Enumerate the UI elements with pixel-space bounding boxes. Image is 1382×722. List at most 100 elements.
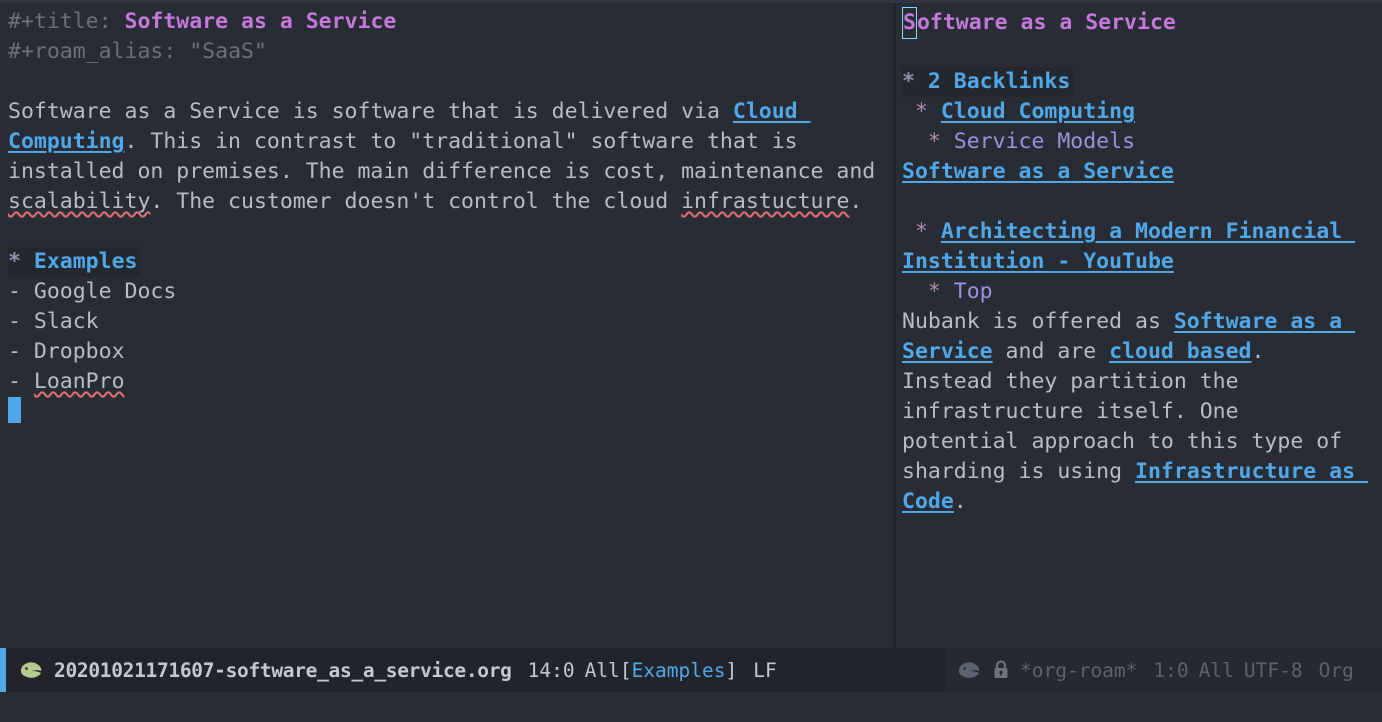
list-bullet-icon: -	[8, 279, 21, 304]
link-saas-part2[interactable]: Service	[902, 339, 993, 364]
org-heading-examples[interactable]: * Examples	[8, 247, 893, 277]
blank-line-r1	[902, 37, 1382, 67]
entry-star-icon: *	[928, 129, 941, 154]
backlink-entry[interactable]: * Cloud Computing	[902, 97, 1382, 127]
link-iac-part1[interactable]: Infrastructure as	[1135, 459, 1368, 484]
space-5	[21, 309, 34, 334]
emacs-org-icon	[18, 659, 44, 681]
preview-text-2: and are	[993, 339, 1110, 364]
backlinks-count-label: 2 Backlinks	[928, 69, 1070, 94]
modeline-major-mode: Org	[1319, 659, 1354, 682]
list-item-label: Dropbox	[34, 339, 125, 364]
modeline-encoding: UTF-8	[1244, 659, 1303, 682]
backlink-source-line[interactable]: Software as a Service	[902, 157, 1382, 187]
indent-r3	[902, 219, 915, 244]
modeline-scroll: All	[1199, 659, 1234, 682]
link-cloud-computing-part2[interactable]: Computing	[8, 129, 125, 154]
space-7	[21, 369, 34, 394]
roam-buffer-title: oftware as a Service	[917, 10, 1176, 35]
heading-star-icon: *	[902, 69, 915, 94]
link-cloud-based[interactable]: cloud based	[1109, 339, 1251, 364]
body-line-1: Software as a Service is software that i…	[8, 97, 893, 127]
space-1	[112, 9, 125, 34]
org-keyword-alias: #+roam_alias: "SaaS"	[8, 37, 893, 67]
modeline-context-open: [	[620, 659, 632, 682]
list-bullet-icon: -	[8, 369, 21, 394]
text-cursor	[8, 397, 21, 423]
roam-backlinks-heading[interactable]: * 2 Backlinks	[902, 67, 1382, 97]
list-item: - Google Docs	[8, 277, 893, 307]
modeline-filename: 20201021171607-software_as_a_service.org	[54, 659, 512, 682]
list-item: - Dropbox	[8, 337, 893, 367]
link-cloud-computing-part1[interactable]: Cloud	[733, 99, 811, 124]
preview-line-7: Code.	[902, 487, 1382, 517]
preview-line-5: potential approach to this type of	[902, 427, 1382, 457]
preview-text-2-end: .	[1252, 339, 1265, 364]
modeline-right[interactable]: *org-roam* 1:0 All UTF-8 Org	[946, 648, 1382, 692]
backlink-entry-2-line2[interactable]: Institution - YouTube	[902, 247, 1382, 277]
heading-star-icon: *	[8, 249, 21, 274]
space-3	[21, 249, 34, 274]
entry-service-models-label: Service Models	[954, 129, 1135, 154]
window-split: #+title: Software as a Service #+roam_al…	[0, 3, 1382, 648]
body-text-2: . This in contrast to "traditional" soft…	[125, 129, 798, 154]
backlink-entry-2-sub[interactable]: * Top	[902, 277, 1382, 307]
preview-text-7: .	[954, 489, 967, 514]
roam-title-line: Software as a Service	[902, 7, 1382, 37]
blank-line-r2	[902, 187, 1382, 217]
link-iac-part2[interactable]: Code	[902, 489, 954, 514]
list-bullet-icon: -	[8, 339, 21, 364]
body-line-3: installed on premises. The main differen…	[8, 157, 893, 187]
body-text-4: . The customer doesn't control the cloud	[150, 189, 681, 214]
modeline-left[interactable]: 20201021171607-software_as_a_service.org…	[0, 648, 946, 692]
buffer-window-left[interactable]: #+title: Software as a Service #+roam_al…	[0, 3, 893, 648]
preview-line-2: Service and are cloud based.	[902, 337, 1382, 367]
link-architecting-part1[interactable]: Architecting a Modern Financial	[941, 219, 1355, 244]
echo-area[interactable]	[0, 692, 1382, 722]
modeline-position: 14:0	[528, 659, 575, 682]
body-text-3: installed on premises. The main differen…	[8, 159, 875, 184]
space-2	[176, 39, 189, 64]
keyword-title-key: #+title:	[8, 9, 112, 34]
body-text-1: Software as a Service is software that i…	[8, 99, 733, 124]
heading-examples-label: Examples	[34, 249, 138, 274]
modeline-context-heading: Examples	[632, 659, 726, 682]
lock-icon	[992, 659, 1010, 681]
indent-r1	[902, 99, 915, 124]
keyword-alias-key: #+roam_alias:	[8, 39, 176, 64]
emacs-org-icon	[956, 659, 982, 681]
org-keyword-title: #+title: Software as a Service	[8, 7, 893, 37]
preview-line-3: Instead they partition the	[902, 367, 1382, 397]
cursor-line	[8, 397, 893, 427]
heading-highlight-box: * Examples	[8, 247, 140, 277]
space-r4	[928, 219, 941, 244]
preview-line-6: sharding is using Infrastructure as	[902, 457, 1382, 487]
modeline-eol: LF	[753, 659, 776, 682]
misspelled-infrastucture: infrastucture	[681, 189, 849, 214]
indent-r4	[902, 279, 928, 304]
preview-text-5: potential approach to this type of	[902, 429, 1342, 454]
backlink-subentry[interactable]: * Service Models	[902, 127, 1382, 157]
preview-line-4: infrastructure itself. One	[902, 397, 1382, 427]
text-cursor-hollow: S	[902, 7, 917, 39]
link-architecting-part2[interactable]: Institution - YouTube	[902, 249, 1174, 274]
link-saas-part1[interactable]: Software as a	[1174, 309, 1355, 334]
list-item-label-loanpro: LoanPro	[34, 369, 125, 394]
backlink-entry-2-line1[interactable]: * Architecting a Modern Financial	[902, 217, 1382, 247]
body-line-4: scalability. The customer doesn't contro…	[8, 187, 893, 217]
blank-line-1	[8, 67, 893, 97]
modeline-scroll: All	[585, 659, 620, 682]
modeline-position: 1:0	[1153, 659, 1188, 682]
keyword-alias-value: "SaaS"	[189, 39, 267, 64]
entry-star-icon: *	[928, 279, 941, 304]
link-cloud-computing[interactable]: Cloud Computing	[941, 99, 1135, 124]
space-6	[21, 339, 34, 364]
link-software-as-a-service[interactable]: Software as a Service	[902, 159, 1174, 184]
space-r1	[915, 69, 928, 94]
preview-line-1: Nubank is offered as Software as a	[902, 307, 1382, 337]
backlinks-highlight-box: * 2 Backlinks	[902, 67, 1073, 97]
body-line-2: Computing. This in contrast to "traditio…	[8, 127, 893, 157]
modeline-context-close: ]	[725, 659, 737, 682]
modeline-row: 20201021171607-software_as_a_service.org…	[0, 648, 1382, 692]
buffer-window-org-roam[interactable]: Software as a Service * 2 Backlinks * Cl…	[896, 3, 1382, 648]
